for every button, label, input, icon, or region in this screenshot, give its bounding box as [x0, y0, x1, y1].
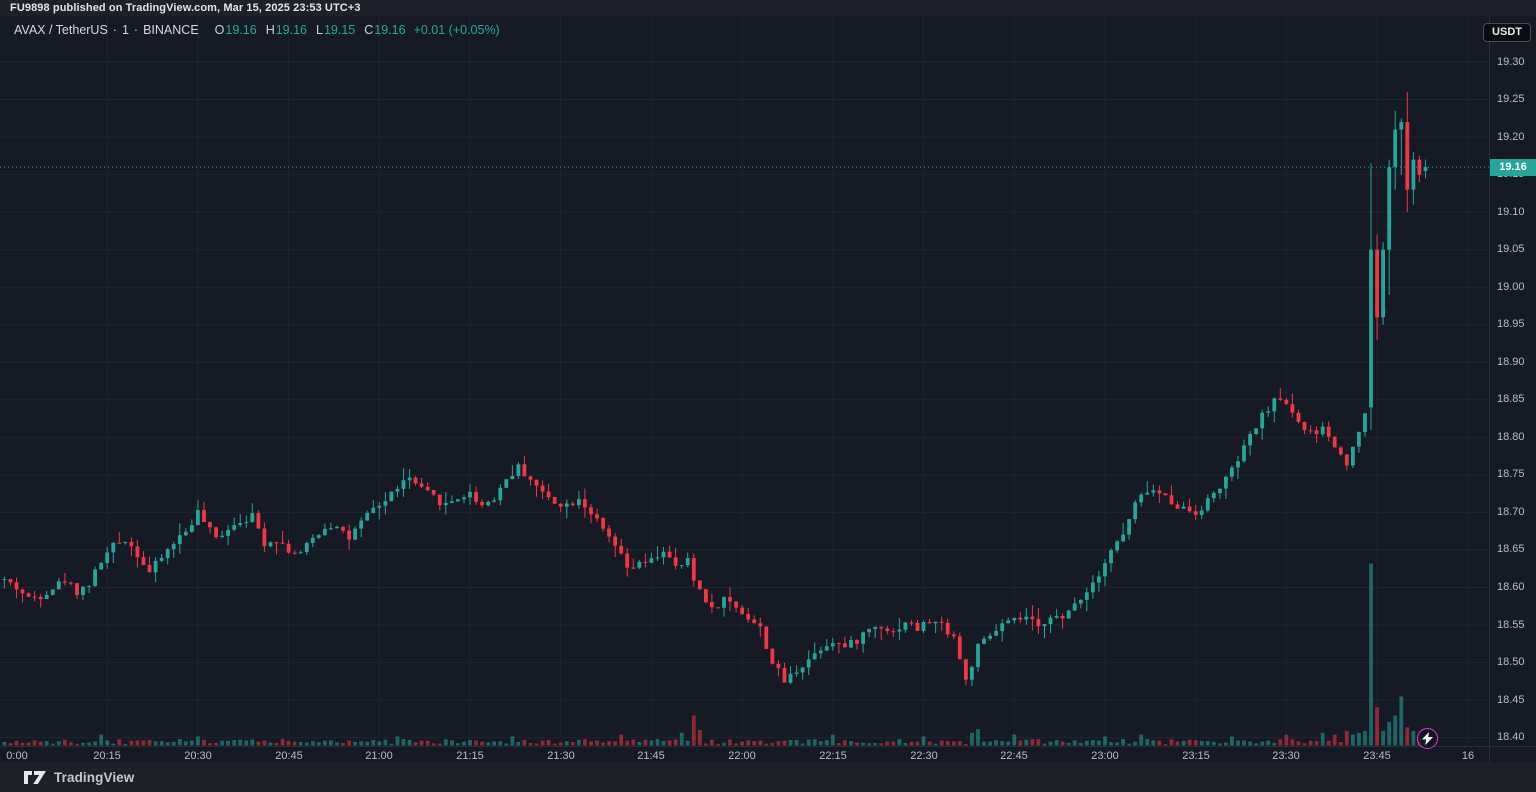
last-price-tag: 19.16 — [1490, 159, 1536, 176]
price-tick-label: 18.65 — [1497, 543, 1525, 556]
time-tick-label: 23:00 — [1091, 750, 1119, 762]
time-tick-label: 22:30 — [910, 750, 938, 762]
price-tick-label: 19.05 — [1497, 243, 1525, 256]
price-tick-label: 19.10 — [1497, 206, 1525, 219]
ohlc-low-value: 19.15 — [324, 23, 355, 37]
footer-bar: TradingView — [0, 762, 1536, 792]
price-tick-label: 19.25 — [1497, 93, 1525, 106]
price-tick-label: 19.30 — [1497, 56, 1525, 69]
legend-separator: · — [113, 23, 117, 37]
ohlc-close-label: C — [364, 23, 373, 37]
price-tick-label: 19.00 — [1497, 281, 1525, 294]
publish-topbar: FU9898 published on TradingView.com, Mar… — [0, 0, 1536, 16]
price-tick-label: 18.55 — [1497, 619, 1525, 632]
time-tick-label: 21:30 — [547, 750, 575, 762]
legend-symbol[interactable]: AVAX / TetherUS — [14, 23, 108, 37]
ohlc-low-label: L — [316, 23, 323, 37]
legend-interval[interactable]: 1 — [122, 23, 129, 37]
price-axis[interactable]: 19.3019.2519.2019.1519.1019.0519.0018.95… — [1489, 16, 1536, 746]
flash-badge-button[interactable] — [1417, 728, 1438, 749]
price-tick-label: 18.40 — [1497, 731, 1525, 744]
time-tick-label: 21:00 — [365, 750, 393, 762]
currency-toggle-button[interactable]: USDT — [1483, 23, 1531, 42]
time-tick-label: 22:00 — [728, 750, 756, 762]
ohlc-close-value: 19.16 — [374, 23, 405, 37]
time-tick-label: 20:15 — [93, 750, 121, 762]
price-tick-label: 18.95 — [1497, 318, 1525, 331]
price-change: +0.01 (+0.05%) — [414, 23, 500, 37]
price-tick-label: 18.45 — [1497, 694, 1525, 707]
time-tick-label: 22:15 — [819, 750, 847, 762]
price-tick-label: 19.20 — [1497, 131, 1525, 144]
time-tick-label: 16 — [1462, 750, 1474, 762]
time-tick-label: 21:15 — [456, 750, 484, 762]
time-tick-label: 23:15 — [1182, 750, 1210, 762]
time-tick-label: 20:45 — [275, 750, 303, 762]
symbol-legend: AVAX / TetherUS·1·BINANCEO19.16H19.16L19… — [14, 23, 500, 37]
time-tick-label: 20:30 — [184, 750, 212, 762]
tradingview-logo-text[interactable]: TradingView — [54, 770, 134, 785]
price-tick-label: 18.75 — [1497, 468, 1525, 481]
price-tick-label: 18.85 — [1497, 393, 1525, 406]
price-tick-label: 18.70 — [1497, 506, 1525, 519]
ohlc-high-value: 19.16 — [276, 23, 307, 37]
ohlc-open-value: 19.16 — [225, 23, 256, 37]
axis-corner — [1489, 746, 1536, 763]
tradingview-logo-icon — [23, 770, 47, 785]
candlestick-chart[interactable] — [0, 16, 1489, 762]
price-tick-label: 18.80 — [1497, 431, 1525, 444]
time-tick-label: 22:45 — [1000, 750, 1028, 762]
time-tick-label: 23:30 — [1272, 750, 1300, 762]
time-tick-label: 23:45 — [1363, 750, 1391, 762]
publish-caption: FU9898 published on TradingView.com, Mar… — [10, 2, 361, 14]
tradingview-logo[interactable] — [23, 770, 47, 785]
ohlc-high-label: H — [266, 23, 275, 37]
price-tick-label: 18.90 — [1497, 356, 1525, 369]
lightning-icon — [1422, 732, 1433, 745]
ohlc-open-label: O — [215, 23, 225, 37]
time-tick-label: 0:00 — [6, 750, 27, 762]
legend-exchange[interactable]: BINANCE — [143, 23, 199, 37]
chart-region: AVAX / TetherUS·1·BINANCEO19.16H19.16L19… — [0, 16, 1536, 762]
price-tick-label: 18.60 — [1497, 581, 1525, 594]
time-axis[interactable]: 0:00 20:15 20:30 20:45 21:00 21:15 21:30 21:45 2… — [0, 746, 1489, 763]
time-tick-label: 21:45 — [637, 750, 665, 762]
legend-separator: · — [134, 23, 138, 37]
price-tick-label: 18.50 — [1497, 656, 1525, 669]
